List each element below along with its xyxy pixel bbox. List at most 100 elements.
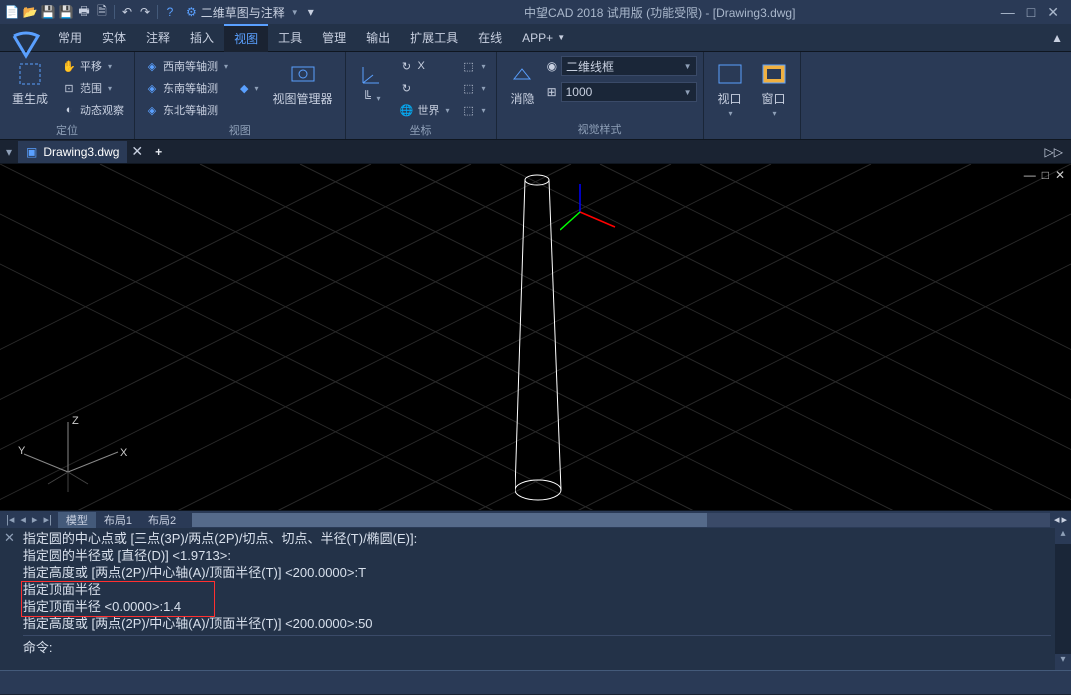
menu-solid[interactable]: 实体	[92, 24, 136, 52]
lt-scroll-right-icon[interactable]: ▸	[1061, 513, 1067, 526]
minimize-button[interactable]: —	[1001, 4, 1015, 21]
menu-tools[interactable]: 工具	[268, 24, 312, 52]
menu-output[interactable]: 输出	[356, 24, 400, 52]
vp-minimize-icon[interactable]: —	[1024, 168, 1036, 182]
ucs-caret: ╚ ▾	[363, 90, 381, 104]
lt-scroll-left-icon[interactable]: ◂	[1054, 513, 1060, 526]
wcs-tripod: Z X Y	[18, 412, 138, 502]
drawing-viewport[interactable]: Z X Y — □ ✕	[0, 164, 1071, 510]
view-se-button[interactable]: ◈东南等轴测	[141, 78, 232, 98]
lt-last-icon[interactable]: ▸|	[41, 513, 53, 526]
lt-prev-icon[interactable]: ◂	[18, 513, 28, 526]
scroll-down-icon[interactable]: ▾	[1055, 654, 1071, 670]
cmd-scrollbar[interactable]: ▴ ▾	[1055, 528, 1071, 670]
saveall-icon[interactable]: 💾	[58, 4, 74, 20]
cube-icon: ◈	[145, 81, 159, 95]
new-icon[interactable]: 📄	[4, 4, 20, 20]
menubar: 常用 实体 注释 插入 视图 工具 管理 输出 扩展工具 在线 APP+▼ ▲	[0, 24, 1071, 52]
menu-online[interactable]: 在线	[468, 24, 512, 52]
menu-view[interactable]: 视图	[224, 24, 268, 52]
doc-tab-menu-icon[interactable]: ▾	[0, 145, 18, 159]
regen-icon	[16, 60, 44, 88]
workspace-label: 二维草图与注释	[201, 4, 285, 21]
undo-icon[interactable]: ↶	[119, 4, 135, 20]
close-button[interactable]: ✕	[1047, 4, 1059, 21]
open-icon[interactable]: 📂	[22, 4, 38, 20]
command-history[interactable]: 指定圆的中心点或 [三点(3P)/两点(2P)/切点、切点、半径(T)/椭圆(E…	[19, 528, 1055, 670]
view-nav-button[interactable]: ◆▾	[236, 78, 262, 98]
window-button[interactable]: 窗口 ▾	[754, 56, 794, 123]
app-logo[interactable]	[8, 26, 44, 62]
layout-scrollbar[interactable]	[192, 513, 1050, 527]
extent-icon: ⊡	[62, 81, 76, 95]
workspace-dropdown[interactable]: ⚙ 二维草图与注释 ▼	[186, 4, 299, 21]
command-input[interactable]	[57, 640, 1051, 655]
viewport-button[interactable]: 视口 ▾	[710, 56, 750, 123]
pan-button[interactable]: ✋平移▾	[58, 56, 128, 76]
doc-tab-close-icon[interactable]: ✕	[127, 143, 147, 160]
ribbon-group-coord: ╚ ▾ ↻X ↻ 🌐世界▾ ⬚▾ ⬚▾ ⬚▾ 坐标	[346, 52, 497, 139]
ucs-world-button[interactable]: 🌐世界▾	[396, 100, 454, 120]
scroll-up-icon[interactable]: ▴	[1055, 528, 1071, 544]
vp-close-icon[interactable]: ✕	[1055, 168, 1065, 182]
scale-combo[interactable]: 1000▼	[561, 82, 697, 102]
dwg-icon: ▣	[26, 145, 37, 159]
ucs-button[interactable]: ╚ ▾	[352, 56, 392, 120]
ucs-tripod	[560, 182, 640, 242]
cube-icon: ◈	[145, 103, 159, 117]
pan-icon: ✋	[62, 59, 76, 73]
view-sw-button[interactable]: ◈西南等轴测▾	[141, 56, 232, 76]
ucs-tool1-button[interactable]: ⬚▾	[458, 56, 490, 76]
preview-icon[interactable]: 🗎	[94, 4, 110, 20]
tab-layout2[interactable]: 布局2	[140, 512, 184, 528]
menu-app[interactable]: APP+▼	[512, 24, 575, 52]
cmd-line: 指定高度或 [两点(2P)/中心轴(A)/顶面半径(T)] <200.0000>…	[23, 615, 1051, 632]
titlebar: 📄 📂 💾 💾 🖶 🗎 ↶ ↷ ? ⚙ 二维草图与注释 ▼ ▾ 中望CAD 20…	[0, 0, 1071, 24]
tab-layout1[interactable]: 布局1	[96, 512, 140, 528]
view-ne-button[interactable]: ◈东北等轴测	[141, 100, 232, 120]
doc-tab-add-icon[interactable]: +	[147, 145, 170, 159]
hide-icon	[509, 60, 537, 88]
ucs-tool2-button[interactable]: ⬚▾	[458, 78, 490, 98]
plot-icon[interactable]: 🖶	[76, 4, 92, 20]
ribbon-collapse-icon[interactable]: ▲	[1051, 31, 1071, 45]
ucs-tool3-button[interactable]: ⬚▾	[458, 100, 490, 120]
vp-maximize-icon[interactable]: □	[1042, 168, 1049, 182]
doc-tabs-overflow-icon[interactable]: ▷▷	[1045, 145, 1071, 159]
menu-home[interactable]: 常用	[48, 24, 92, 52]
tab-model[interactable]: 模型	[58, 512, 96, 528]
cmd-line: 指定高度或 [两点(2P)/中心轴(A)/顶面半径(T)] <200.0000>…	[23, 564, 1051, 581]
command-window: ✕ 指定圆的中心点或 [三点(3P)/两点(2P)/切点、切点、半径(T)/椭圆…	[0, 528, 1071, 670]
save-icon[interactable]: 💾	[40, 4, 56, 20]
cmd-close-icon[interactable]: ✕	[0, 528, 19, 670]
lt-first-icon[interactable]: |◂	[4, 513, 16, 526]
globe-icon: 🌐	[400, 103, 414, 117]
qa-dropdown-icon[interactable]: ▾	[303, 4, 319, 20]
scrollbar-thumb[interactable]	[192, 513, 707, 527]
menu-extend[interactable]: 扩展工具	[400, 24, 468, 52]
ucs-z-button[interactable]: ↻	[396, 78, 454, 98]
window-icon	[760, 60, 788, 88]
maximize-button[interactable]: □	[1027, 4, 1035, 21]
doc-tab-active[interactable]: ▣ Drawing3.dwg	[18, 141, 127, 163]
menu-insert[interactable]: 插入	[180, 24, 224, 52]
window-title: 中望CAD 2018 试用版 (功能受限) - [Drawing3.dwg]	[319, 4, 1001, 21]
extent-button[interactable]: ⊡范围▾	[58, 78, 128, 98]
group-label-view: 视图	[141, 120, 339, 140]
layout-tabs: |◂ ◂ ▸ ▸| 模型 布局1 布局2 ◂ ▸	[0, 510, 1071, 528]
style-icon: ◉	[547, 59, 557, 73]
ucs-x-button[interactable]: ↻X	[396, 56, 454, 76]
menu-annotate[interactable]: 注释	[136, 24, 180, 52]
visual-style-combo[interactable]: 二维线框▼	[561, 56, 697, 76]
hide-button[interactable]: 消隐	[503, 56, 543, 119]
orbit-button[interactable]: ◐动态观察	[58, 100, 128, 120]
ucs-icon	[358, 60, 386, 88]
view-manager-button[interactable]: 视图管理器	[267, 56, 339, 120]
lt-next-icon[interactable]: ▸	[30, 513, 40, 526]
svg-text:Y: Y	[18, 445, 26, 457]
menu-manage[interactable]: 管理	[312, 24, 356, 52]
regen-button[interactable]: 重生成	[6, 56, 54, 120]
help-icon[interactable]: ?	[162, 4, 178, 20]
cmd-line: 指定顶面半径 <0.0000>:1.4	[23, 598, 1051, 615]
redo-icon[interactable]: ↷	[137, 4, 153, 20]
